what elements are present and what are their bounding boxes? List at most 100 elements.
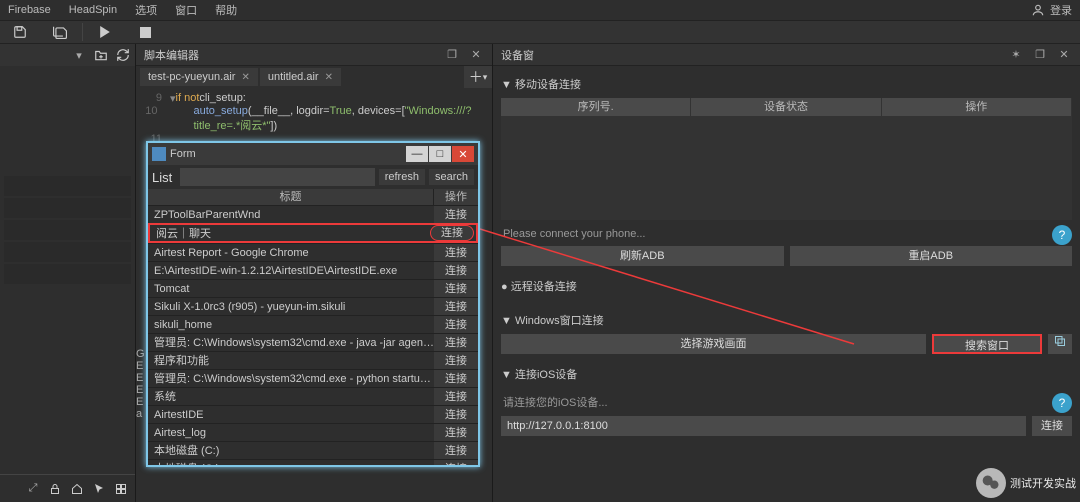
list-item-title: 本地磁盘 (C:) <box>148 442 434 459</box>
list-item[interactable]: 本地磁盘 (C:)连接 <box>148 441 478 459</box>
list-header: 标题 操作 <box>148 189 478 205</box>
section-remote[interactable]: ● 远程设备连接 <box>501 272 1072 300</box>
stop-button[interactable] <box>125 20 165 44</box>
restart-adb-button[interactable]: 重启ADB <box>790 246 1073 266</box>
filter-input[interactable] <box>180 168 374 186</box>
device-panel: 设备窗 ✶ ❐ ✕ ▼ 移动设备连接 序列号. 设备状态 操作 Please c… <box>492 44 1080 502</box>
section-mobile[interactable]: ▼ 移动设备连接 <box>501 70 1072 98</box>
list-item[interactable]: ZPToolBarParentWnd连接 <box>148 205 478 223</box>
menu-options[interactable]: 选项 <box>135 2 157 18</box>
list-item[interactable]: 本地磁盘 (C:)连接 <box>148 459 478 465</box>
add-tab-button[interactable]: ＋▾ <box>464 66 492 88</box>
minimize-button[interactable]: — <box>406 146 428 162</box>
connect-button[interactable]: 连接 <box>434 388 478 405</box>
list-item[interactable]: Sikuli X-1.0rc3 (r905) - yueyun-im.sikul… <box>148 297 478 315</box>
connect-button[interactable]: 连接 <box>434 298 478 315</box>
expand-icon[interactable]: ⤢ <box>25 481 41 497</box>
connect-button[interactable]: 连接 <box>434 206 478 223</box>
form-dialog: Form — □ ✕ List refresh search 标题 操作 ZPT… <box>146 141 480 467</box>
restore-icon[interactable]: ❐ <box>1032 47 1048 63</box>
connect-button[interactable]: 连接 <box>434 352 478 369</box>
menu-help[interactable]: 帮助 <box>215 2 237 18</box>
list-item-title: Tomcat <box>148 280 434 297</box>
left-sidebar: ▾ ⤢ <box>0 44 136 502</box>
list-item[interactable]: Airtest_log连接 <box>148 423 478 441</box>
ios-hint: 请连接您的iOS设备... <box>501 390 1046 416</box>
close-icon[interactable]: ✕ <box>1056 47 1072 63</box>
settings-icon[interactable]: ✶ <box>1008 47 1024 63</box>
menu-firebase[interactable]: Firebase <box>8 4 51 16</box>
save-button[interactable] <box>0 20 40 44</box>
connect-button[interactable]: 连接 <box>434 262 478 279</box>
wechat-icon <box>976 468 1006 498</box>
login-button[interactable]: 登录 <box>1050 2 1072 18</box>
connect-button[interactable]: 连接 <box>434 244 478 261</box>
refresh-button[interactable]: refresh <box>379 169 425 185</box>
grid-icon[interactable] <box>113 481 129 497</box>
home-icon[interactable] <box>69 481 85 497</box>
tab-test-pc[interactable]: test-pc-yueyun.air✕ <box>140 68 258 86</box>
watermark: 测试开发实战 <box>976 468 1076 498</box>
list-item[interactable]: Tomcat连接 <box>148 279 478 297</box>
mobile-table-body <box>501 116 1072 220</box>
app-icon <box>152 147 166 161</box>
menubar: Firebase HeadSpin 选项 窗口 帮助 登录 <box>0 0 1080 20</box>
list-item[interactable]: E:\AirtestIDE-win-1.2.12\AirtestIDE\Airt… <box>148 261 478 279</box>
refresh-adb-button[interactable]: 刷新ADB <box>501 246 784 266</box>
list-item[interactable]: 程序和功能连接 <box>148 351 478 369</box>
list-item[interactable]: AirtestIDE连接 <box>148 405 478 423</box>
tab-untitled[interactable]: untitled.air✕ <box>260 68 341 86</box>
list-item-title: Airtest_log <box>148 424 434 441</box>
copy-button[interactable] <box>1048 334 1072 354</box>
connect-button[interactable]: 连接 <box>434 406 478 423</box>
close-icon[interactable]: ✕ <box>241 72 249 83</box>
close-button[interactable]: ✕ <box>452 146 474 162</box>
help-button[interactable]: ? <box>1052 393 1072 413</box>
pick-window-button[interactable]: 选择游戏画面 <box>501 334 926 354</box>
section-windows[interactable]: ▼ Windows窗口连接 <box>501 306 1072 334</box>
section-ios[interactable]: ▼ 连接iOS设备 <box>501 360 1072 388</box>
connect-button[interactable]: 连接 <box>434 334 478 351</box>
search-window-button[interactable]: 搜索窗口 <box>932 334 1042 354</box>
connect-button[interactable]: 连接 <box>434 460 478 465</box>
list-item-title: Sikuli X-1.0rc3 (r905) - yueyun-im.sikul… <box>148 298 434 315</box>
connect-button[interactable]: 连接 <box>434 370 478 387</box>
connect-button[interactable]: 连接 <box>434 316 478 333</box>
list-item-title: Airtest Report - Google Chrome <box>148 244 434 261</box>
cursor-icon[interactable] <box>91 481 107 497</box>
dialog-title: Form <box>170 148 196 160</box>
connect-button[interactable]: 连接 <box>434 442 478 459</box>
panel-title: 脚本编辑器 <box>144 47 199 63</box>
gutter-chars: GEEEEa <box>136 348 146 420</box>
search-button[interactable]: search <box>429 169 474 185</box>
menu-window[interactable]: 窗口 <box>175 2 197 18</box>
save-all-button[interactable] <box>40 20 80 44</box>
list-item-title: 管理员: C:\Windows\system32\cmd.exe - java … <box>148 334 434 351</box>
list-item-title: ZPToolBarParentWnd <box>148 206 434 223</box>
list-item[interactable]: 管理员: C:\Windows\system32\cmd.exe - java … <box>148 333 478 351</box>
maximize-button[interactable]: □ <box>429 146 451 162</box>
chevron-down-icon[interactable]: ▾ <box>71 47 87 63</box>
menu-headspin[interactable]: HeadSpin <box>69 4 117 16</box>
list-item[interactable]: 阅云｜聊天连接 <box>148 223 478 243</box>
connect-button[interactable]: 连接 <box>434 424 478 441</box>
list-item[interactable]: 系统连接 <box>148 387 478 405</box>
close-icon[interactable]: ✕ <box>325 72 333 83</box>
help-button[interactable]: ? <box>1052 225 1072 245</box>
list-item[interactable]: Airtest Report - Google Chrome连接 <box>148 243 478 261</box>
connect-button[interactable]: 连接 <box>434 280 478 297</box>
list-item[interactable]: sikuli_home连接 <box>148 315 478 333</box>
list-item-title: 阅云｜聊天 <box>150 225 430 241</box>
list-item[interactable]: 管理员: C:\Windows\system32\cmd.exe - pytho… <box>148 369 478 387</box>
sync-icon[interactable] <box>115 47 131 63</box>
connect-button[interactable]: 连接 <box>430 225 474 241</box>
close-icon[interactable]: ✕ <box>468 47 484 63</box>
restore-icon[interactable]: ❐ <box>444 47 460 63</box>
dialog-titlebar[interactable]: Form — □ ✕ <box>148 143 478 165</box>
run-button[interactable] <box>85 20 125 44</box>
ios-address-input[interactable] <box>501 416 1026 436</box>
folder-plus-icon[interactable] <box>93 47 109 63</box>
list-item-title: 系统 <box>148 388 434 405</box>
lock-icon[interactable] <box>47 481 63 497</box>
ios-connect-button[interactable]: 连接 <box>1032 416 1072 436</box>
